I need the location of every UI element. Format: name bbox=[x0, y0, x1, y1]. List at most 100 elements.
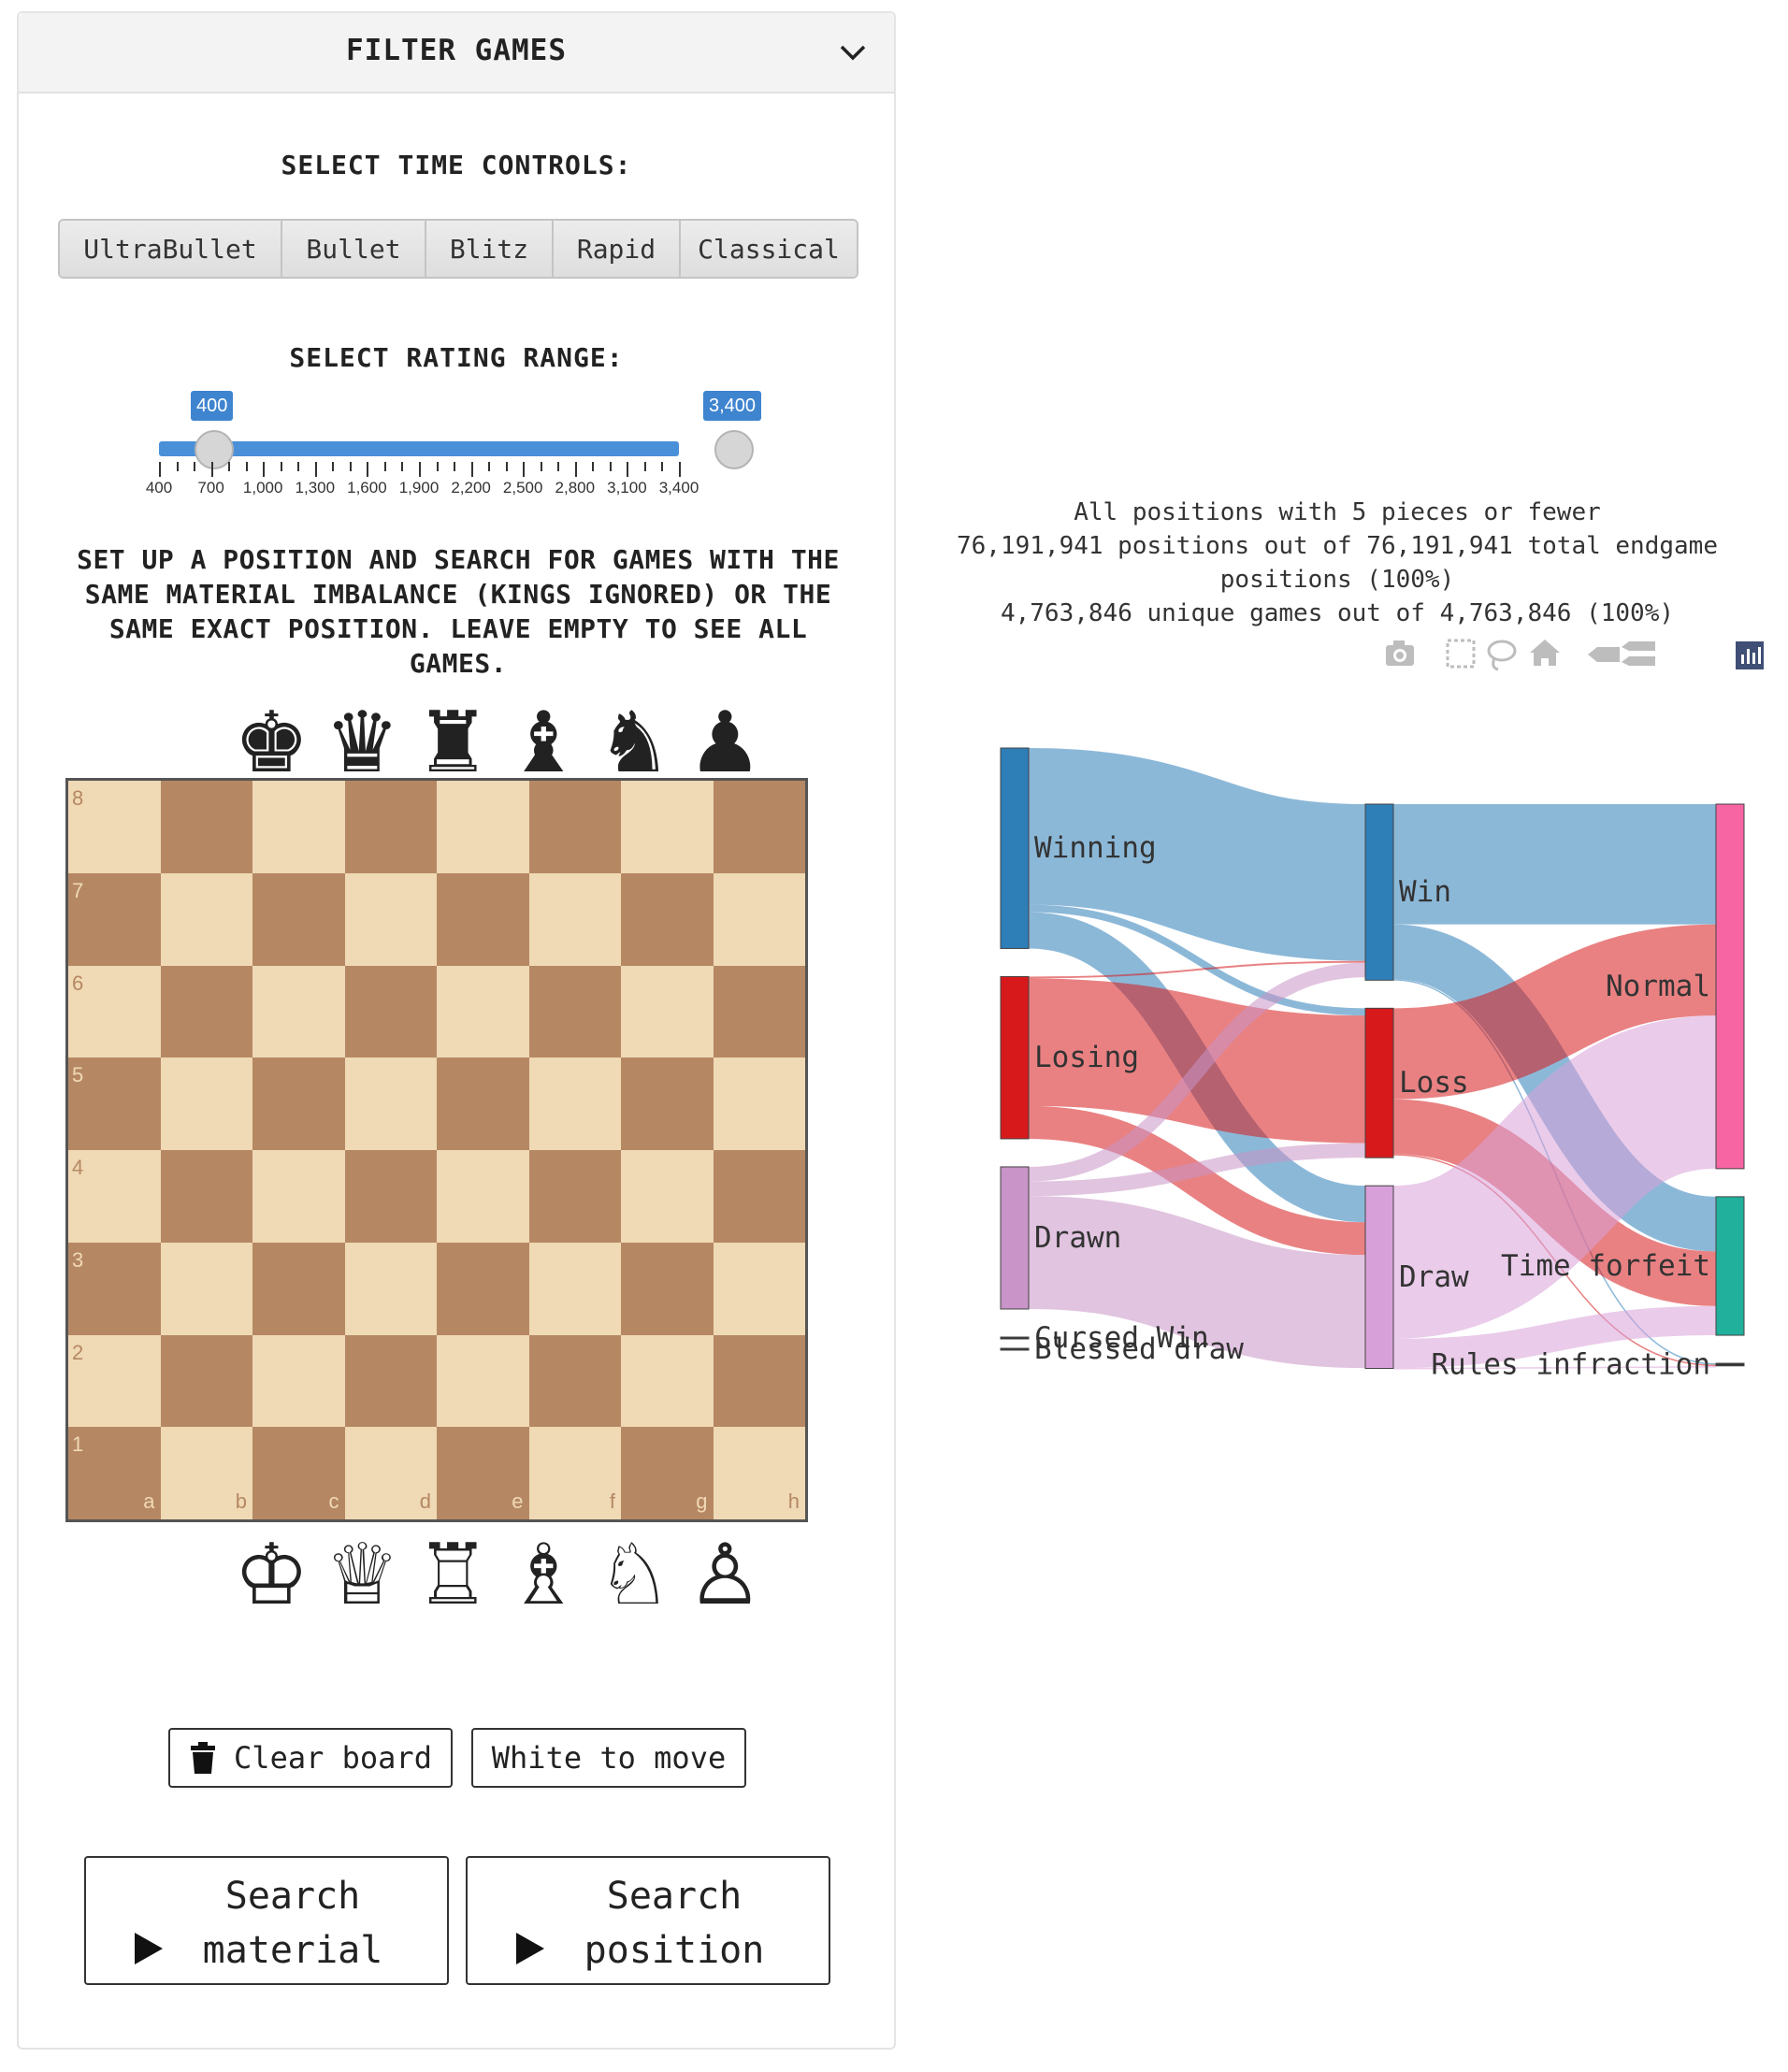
board-square-e1[interactable]: e bbox=[437, 1427, 529, 1519]
board-square-g5[interactable] bbox=[621, 1058, 714, 1150]
board-square-h6[interactable] bbox=[713, 965, 805, 1058]
board-square-c3[interactable] bbox=[252, 1242, 345, 1335]
sankey-node-rules[interactable] bbox=[1715, 1362, 1745, 1367]
black-rook-piece[interactable]: ♜ bbox=[415, 701, 491, 785]
board-square-d3[interactable] bbox=[344, 1242, 437, 1335]
board-square-a1[interactable]: 1a bbox=[68, 1427, 161, 1519]
board-square-a5[interactable]: 5 bbox=[68, 1058, 161, 1150]
board-square-a6[interactable]: 6 bbox=[68, 965, 161, 1058]
black-king-piece[interactable]: ♚ bbox=[234, 701, 310, 785]
board-square-d7[interactable] bbox=[344, 872, 437, 966]
filter-header[interactable]: FILTER GAMES bbox=[19, 13, 894, 94]
clear-board-button[interactable]: Clear board bbox=[168, 1728, 453, 1788]
board-square-g3[interactable] bbox=[621, 1242, 714, 1335]
white-king-piece[interactable]: ♔ bbox=[234, 1533, 310, 1618]
rating-max-handle[interactable] bbox=[714, 430, 754, 469]
board-square-g4[interactable] bbox=[621, 1150, 714, 1243]
black-bishop-piece[interactable]: ♝ bbox=[506, 701, 582, 785]
time-control-classical[interactable]: Classical bbox=[681, 221, 857, 277]
sankey-node-draw[interactable] bbox=[1364, 1185, 1394, 1370]
board-square-d5[interactable] bbox=[344, 1058, 437, 1150]
sankey-node-win[interactable] bbox=[1364, 803, 1394, 981]
board-square-b8[interactable] bbox=[160, 781, 252, 873]
board-square-a3[interactable]: 3 bbox=[68, 1242, 161, 1335]
black-knight-piece[interactable]: ♞ bbox=[597, 701, 672, 785]
hover-closest-icon[interactable] bbox=[1588, 647, 1620, 662]
board-square-d6[interactable] bbox=[344, 965, 437, 1058]
white-queen-piece[interactable]: ♕ bbox=[324, 1533, 400, 1618]
board-square-d2[interactable] bbox=[344, 1334, 437, 1428]
board-square-g8[interactable] bbox=[621, 781, 714, 873]
sankey-node-timeforfeit[interactable] bbox=[1715, 1196, 1745, 1336]
board-square-f6[interactable] bbox=[528, 965, 621, 1058]
time-control-bullet[interactable]: Bullet bbox=[282, 221, 426, 277]
sankey-node-blessed[interactable] bbox=[1000, 1347, 1030, 1351]
board-square-h1[interactable]: h bbox=[713, 1427, 805, 1519]
board-square-f7[interactable] bbox=[528, 872, 621, 966]
board-square-b7[interactable] bbox=[160, 872, 252, 966]
board-square-c6[interactable] bbox=[252, 965, 345, 1058]
board-square-d4[interactable] bbox=[344, 1150, 437, 1243]
slider-track[interactable] bbox=[159, 441, 679, 456]
board-square-h2[interactable] bbox=[713, 1334, 805, 1428]
camera-icon[interactable] bbox=[1386, 640, 1414, 666]
board-square-f5[interactable] bbox=[528, 1058, 621, 1150]
board-square-h3[interactable] bbox=[713, 1242, 805, 1335]
board-square-e3[interactable] bbox=[437, 1242, 529, 1335]
plotly-logo-icon[interactable] bbox=[1736, 641, 1764, 669]
sankey-node-winning[interactable] bbox=[1000, 747, 1030, 949]
search-material-button[interactable]: Search material bbox=[84, 1856, 449, 1985]
board-square-a4[interactable]: 4 bbox=[68, 1150, 161, 1243]
board-square-c1[interactable]: c bbox=[252, 1427, 345, 1519]
sankey-node-cursed[interactable] bbox=[1000, 1336, 1030, 1340]
sankey-link-drawn-draw[interactable] bbox=[1028, 1196, 1366, 1369]
board-square-b4[interactable] bbox=[160, 1150, 252, 1243]
board-square-a2[interactable]: 2 bbox=[68, 1334, 161, 1428]
board-square-e5[interactable] bbox=[437, 1058, 529, 1150]
time-control-ultrabullet[interactable]: UltraBullet bbox=[60, 221, 282, 277]
white-bishop-piece[interactable]: ♗ bbox=[506, 1533, 582, 1618]
board-square-c2[interactable] bbox=[252, 1334, 345, 1428]
board-square-f2[interactable] bbox=[528, 1334, 621, 1428]
board-square-e4[interactable] bbox=[437, 1150, 529, 1243]
search-position-button[interactable]: Search position bbox=[466, 1856, 830, 1985]
side-to-move-button[interactable]: White to move bbox=[471, 1728, 746, 1788]
white-rook-piece[interactable]: ♖ bbox=[415, 1533, 491, 1618]
board-square-c4[interactable] bbox=[252, 1150, 345, 1243]
home-icon[interactable] bbox=[1530, 640, 1560, 666]
board-square-g6[interactable] bbox=[621, 965, 714, 1058]
sankey-node-drawn[interactable] bbox=[1000, 1166, 1030, 1310]
chess-board[interactable]: 87654321abcdefgh bbox=[65, 778, 808, 1522]
time-control-rapid[interactable]: Rapid bbox=[554, 221, 681, 277]
board-square-a7[interactable]: 7 bbox=[68, 872, 161, 966]
black-queen-piece[interactable]: ♛ bbox=[324, 701, 400, 785]
board-square-b5[interactable] bbox=[160, 1058, 252, 1150]
board-square-h7[interactable] bbox=[713, 872, 805, 966]
board-square-g7[interactable] bbox=[621, 872, 714, 966]
sankey-node-loss[interactable] bbox=[1364, 1007, 1394, 1158]
chevron-down-icon[interactable] bbox=[836, 36, 870, 69]
board-square-f1[interactable]: f bbox=[528, 1427, 621, 1519]
board-square-b3[interactable] bbox=[160, 1242, 252, 1335]
sankey-node-losing[interactable] bbox=[1000, 975, 1030, 1140]
board-square-f8[interactable] bbox=[528, 781, 621, 873]
board-square-f3[interactable] bbox=[528, 1242, 621, 1335]
board-square-b6[interactable] bbox=[160, 965, 252, 1058]
board-square-b1[interactable]: b bbox=[160, 1427, 252, 1519]
rating-range-slider[interactable]: 400 3,400 400 700 1,000 1,300 1,600 1,900 2,20… bbox=[122, 378, 762, 509]
board-square-c7[interactable] bbox=[252, 872, 345, 966]
board-square-c5[interactable] bbox=[252, 1058, 345, 1150]
board-square-g2[interactable] bbox=[621, 1334, 714, 1428]
board-square-b2[interactable] bbox=[160, 1334, 252, 1428]
black-pawn-piece[interactable]: ♟ bbox=[687, 701, 763, 785]
board-square-d1[interactable]: d bbox=[344, 1427, 437, 1519]
board-square-e2[interactable] bbox=[437, 1334, 529, 1428]
board-square-e8[interactable] bbox=[437, 781, 529, 873]
lasso-icon[interactable] bbox=[1487, 640, 1517, 671]
board-square-d8[interactable] bbox=[344, 781, 437, 873]
board-square-c8[interactable] bbox=[252, 781, 345, 873]
white-pawn-piece[interactable]: ♙ bbox=[687, 1533, 763, 1618]
board-square-h4[interactable] bbox=[713, 1150, 805, 1243]
time-control-blitz[interactable]: Blitz bbox=[426, 221, 554, 277]
board-square-f4[interactable] bbox=[528, 1150, 621, 1243]
